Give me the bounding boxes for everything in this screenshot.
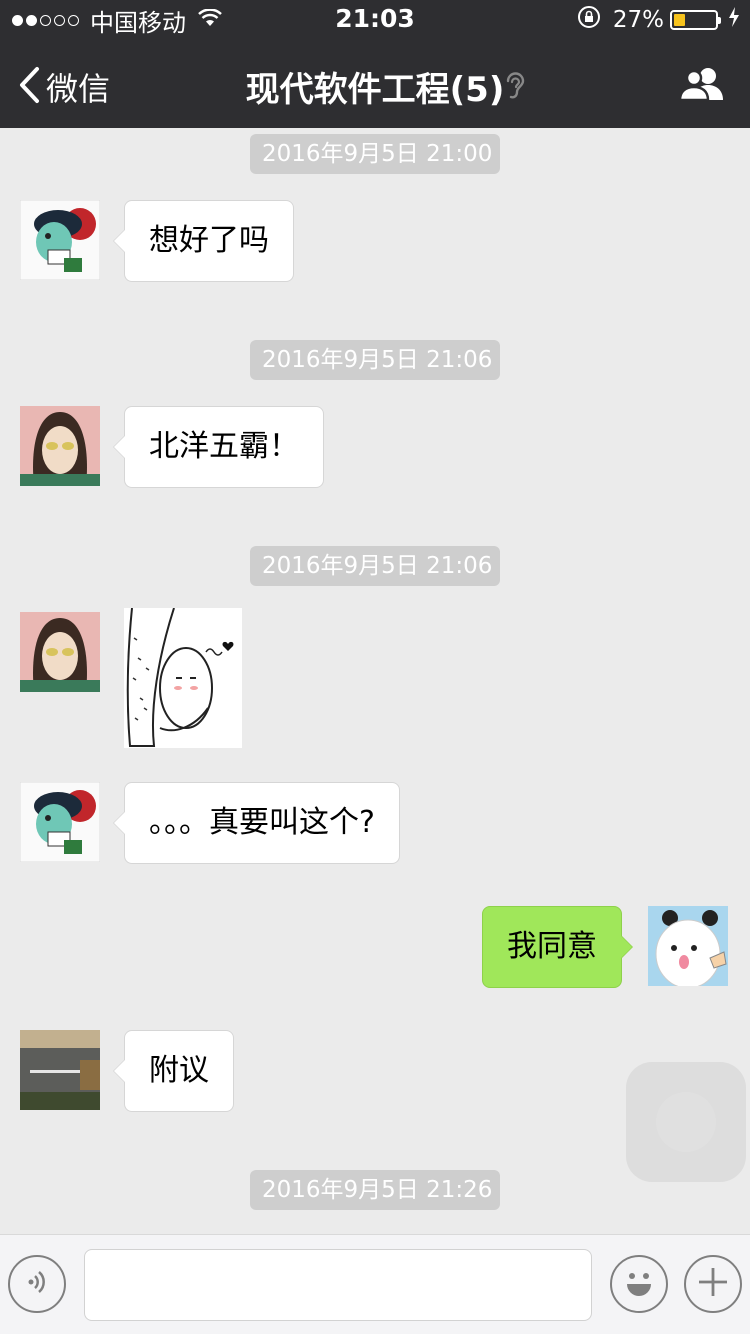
avatar-room[interactable] <box>20 1030 100 1110</box>
voice-icon <box>22 1267 52 1301</box>
voice-button[interactable] <box>8 1255 66 1313</box>
message-bubble[interactable]: 。。。真要叫这个? <box>113 782 400 864</box>
chat-screen: 中国移动 21:03 27% 微信 现代软件工程(5) 2016年9月5日 21… <box>0 0 750 1334</box>
timestamp: 2016年9月5日 21:00 <box>250 134 500 174</box>
status-bar: 中国移动 21:03 27% <box>0 0 750 40</box>
plus-icon <box>696 1265 730 1303</box>
battery-icon <box>670 10 721 30</box>
input-bar <box>0 1234 750 1334</box>
avatar-cartoon[interactable] <box>20 782 100 862</box>
message-input[interactable] <box>84 1249 592 1321</box>
charging-icon <box>728 7 740 33</box>
message-bubble[interactable]: 北洋五霸！ <box>113 406 324 488</box>
battery-percent: 27% <box>612 7 664 33</box>
hugging-leg-sticker[interactable] <box>124 607 242 748</box>
message-bubble-self[interactable]: 我同意 <box>482 906 633 988</box>
timestamp: 2016年9月5日 21:06 <box>250 340 500 380</box>
rotation-lock-icon <box>577 5 601 35</box>
avatar-panda[interactable] <box>648 906 728 986</box>
battery-area: 27% <box>577 6 740 34</box>
more-button[interactable] <box>684 1255 742 1313</box>
ear-icon <box>504 70 526 104</box>
timestamp: 2016年9月5日 21:26 <box>250 1170 500 1210</box>
navigation-bar: 微信 现代软件工程(5) <box>0 40 750 128</box>
avatar-woman[interactable] <box>20 406 100 486</box>
avatar-cartoon[interactable] <box>20 200 100 280</box>
avatar-woman[interactable] <box>20 612 100 692</box>
assistive-touch-button[interactable] <box>626 1062 746 1182</box>
chat-title: 现代软件工程(5) <box>245 70 505 110</box>
group-members-button[interactable] <box>678 66 726 106</box>
emoji-button[interactable] <box>610 1255 668 1313</box>
group-members-icon <box>678 68 726 106</box>
timestamp: 2016年9月5日 21:06 <box>250 546 500 586</box>
message-bubble[interactable]: 想好了吗 <box>113 200 294 282</box>
message-bubble[interactable]: 附议 <box>113 1030 234 1112</box>
emoji-icon <box>619 1262 659 1306</box>
